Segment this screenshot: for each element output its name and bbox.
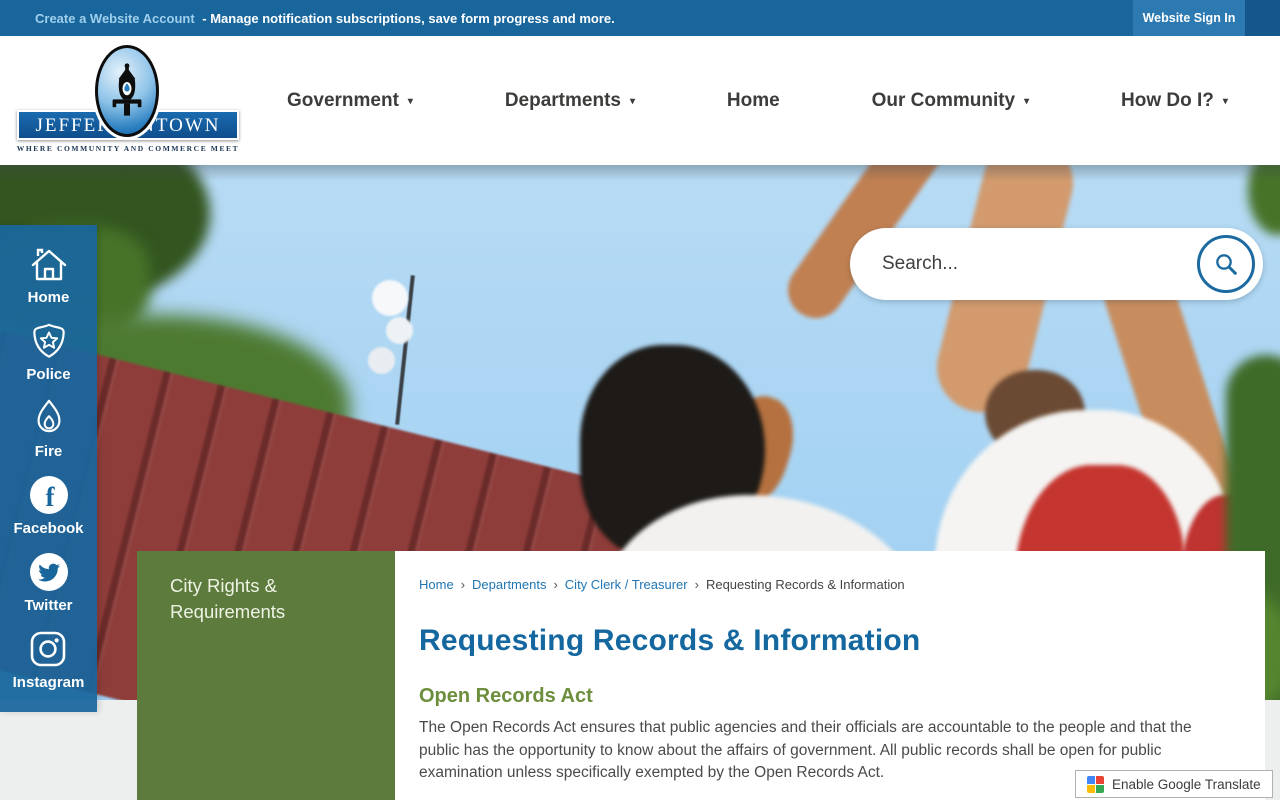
breadcrumb-departments[interactable]: Departments — [472, 577, 546, 592]
main-nav: Government ▾ Departments ▾ Home Our Comm… — [287, 36, 1228, 165]
google-translate-icon — [1087, 775, 1104, 793]
lantern-icon — [95, 45, 159, 137]
google-translate-widget[interactable]: Enable Google Translate — [1075, 770, 1273, 798]
sidebar-item-instagram[interactable]: Instagram — [12, 629, 85, 691]
logo-tagline: WHERE COMMUNITY AND COMMERCE MEET — [16, 144, 240, 153]
section-heading: Open Records Act — [419, 685, 593, 707]
sidebar-item-fire[interactable]: Fire — [30, 398, 68, 460]
quick-links-sidebar: Home Police Fire f Facebook Twitter Inst… — [0, 225, 97, 712]
facebook-icon: f — [29, 476, 68, 514]
sidebar-item-facebook[interactable]: f Facebook — [13, 475, 84, 537]
site-header: JEFFERSONTOWN WHERE COMMUNITY AND COMMER… — [0, 36, 1280, 165]
nav-home[interactable]: Home — [727, 90, 780, 112]
nav-government[interactable]: Government ▾ — [287, 90, 413, 112]
chevron-down-icon: ▾ — [629, 96, 636, 107]
sidebar-label: Instagram — [12, 674, 85, 691]
police-badge-icon — [32, 323, 65, 358]
account-promo: Create a Website Account - Manage notifi… — [0, 11, 615, 26]
topbar-corner-decoration — [1245, 0, 1280, 36]
breadcrumb-separator: › — [553, 577, 558, 592]
page-title: Requesting Records & Information — [419, 624, 921, 657]
nav-label: Our Community — [871, 89, 1016, 111]
search-bar — [850, 228, 1263, 300]
sidebar-label: Facebook — [13, 520, 84, 537]
account-promo-text: - Manage notification subscriptions, sav… — [202, 10, 615, 26]
search-button[interactable] — [1197, 235, 1255, 293]
photo-lamp — [386, 317, 413, 344]
home-icon — [31, 248, 66, 281]
header-shadow — [0, 165, 1280, 181]
nav-label: Home — [726, 89, 780, 111]
translate-label: Enable Google Translate — [1112, 776, 1261, 792]
chevron-down-icon: ▾ — [407, 96, 413, 107]
twitter-icon — [29, 553, 68, 591]
sidebar-label: Police — [26, 366, 71, 383]
sidebar-item-home[interactable]: Home — [28, 246, 70, 306]
nav-label: Government — [287, 89, 399, 111]
search-input[interactable] — [882, 253, 1197, 275]
section-nav-panel[interactable]: City Rights & Requirements — [137, 551, 395, 800]
fire-flame-icon — [37, 399, 60, 433]
section-nav-title[interactable]: City Rights & Requirements — [137, 551, 337, 625]
sidebar-item-police[interactable]: Police — [26, 321, 71, 383]
nav-label: Departments — [504, 89, 621, 111]
chevron-down-icon: ▾ — [1222, 96, 1228, 107]
sidebar-label: Fire — [34, 443, 63, 460]
create-account-link[interactable]: Create a Website Account — [35, 11, 195, 26]
search-icon — [1216, 254, 1237, 275]
nav-how-do-i[interactable]: How Do I? ▾ — [1121, 90, 1228, 112]
svg-text:f: f — [45, 482, 55, 512]
breadcrumb-separator: › — [694, 577, 699, 592]
photo-lamp — [368, 347, 395, 374]
sidebar-label: Twitter — [24, 597, 73, 614]
nav-departments[interactable]: Departments ▾ — [505, 90, 635, 112]
instagram-icon — [31, 631, 66, 667]
photo-lamp — [372, 280, 408, 316]
content-panel: Home › Departments › City Clerk / Treasu… — [395, 551, 1265, 800]
sidebar-label: Home — [27, 289, 70, 306]
breadcrumb: Home › Departments › City Clerk / Treasu… — [419, 577, 1235, 592]
top-utility-bar: Create a Website Account - Manage notifi… — [0, 0, 1280, 36]
chevron-down-icon: ▾ — [1024, 96, 1030, 107]
breadcrumb-current: Requesting Records & Information — [705, 577, 905, 592]
nav-our-community[interactable]: Our Community ▾ — [872, 90, 1030, 112]
breadcrumb-home[interactable]: Home — [419, 577, 454, 592]
sidebar-item-twitter[interactable]: Twitter — [24, 552, 73, 614]
nav-label: How Do I? — [1121, 89, 1214, 111]
website-sign-in-button[interactable]: Website Sign In — [1133, 0, 1245, 36]
breadcrumb-city-clerk-treasurer[interactable]: City Clerk / Treasurer — [565, 577, 688, 592]
jeffersontown-logo[interactable]: JEFFERSONTOWN WHERE COMMUNITY AND COMMER… — [0, 36, 256, 165]
breadcrumb-separator: › — [460, 577, 466, 592]
